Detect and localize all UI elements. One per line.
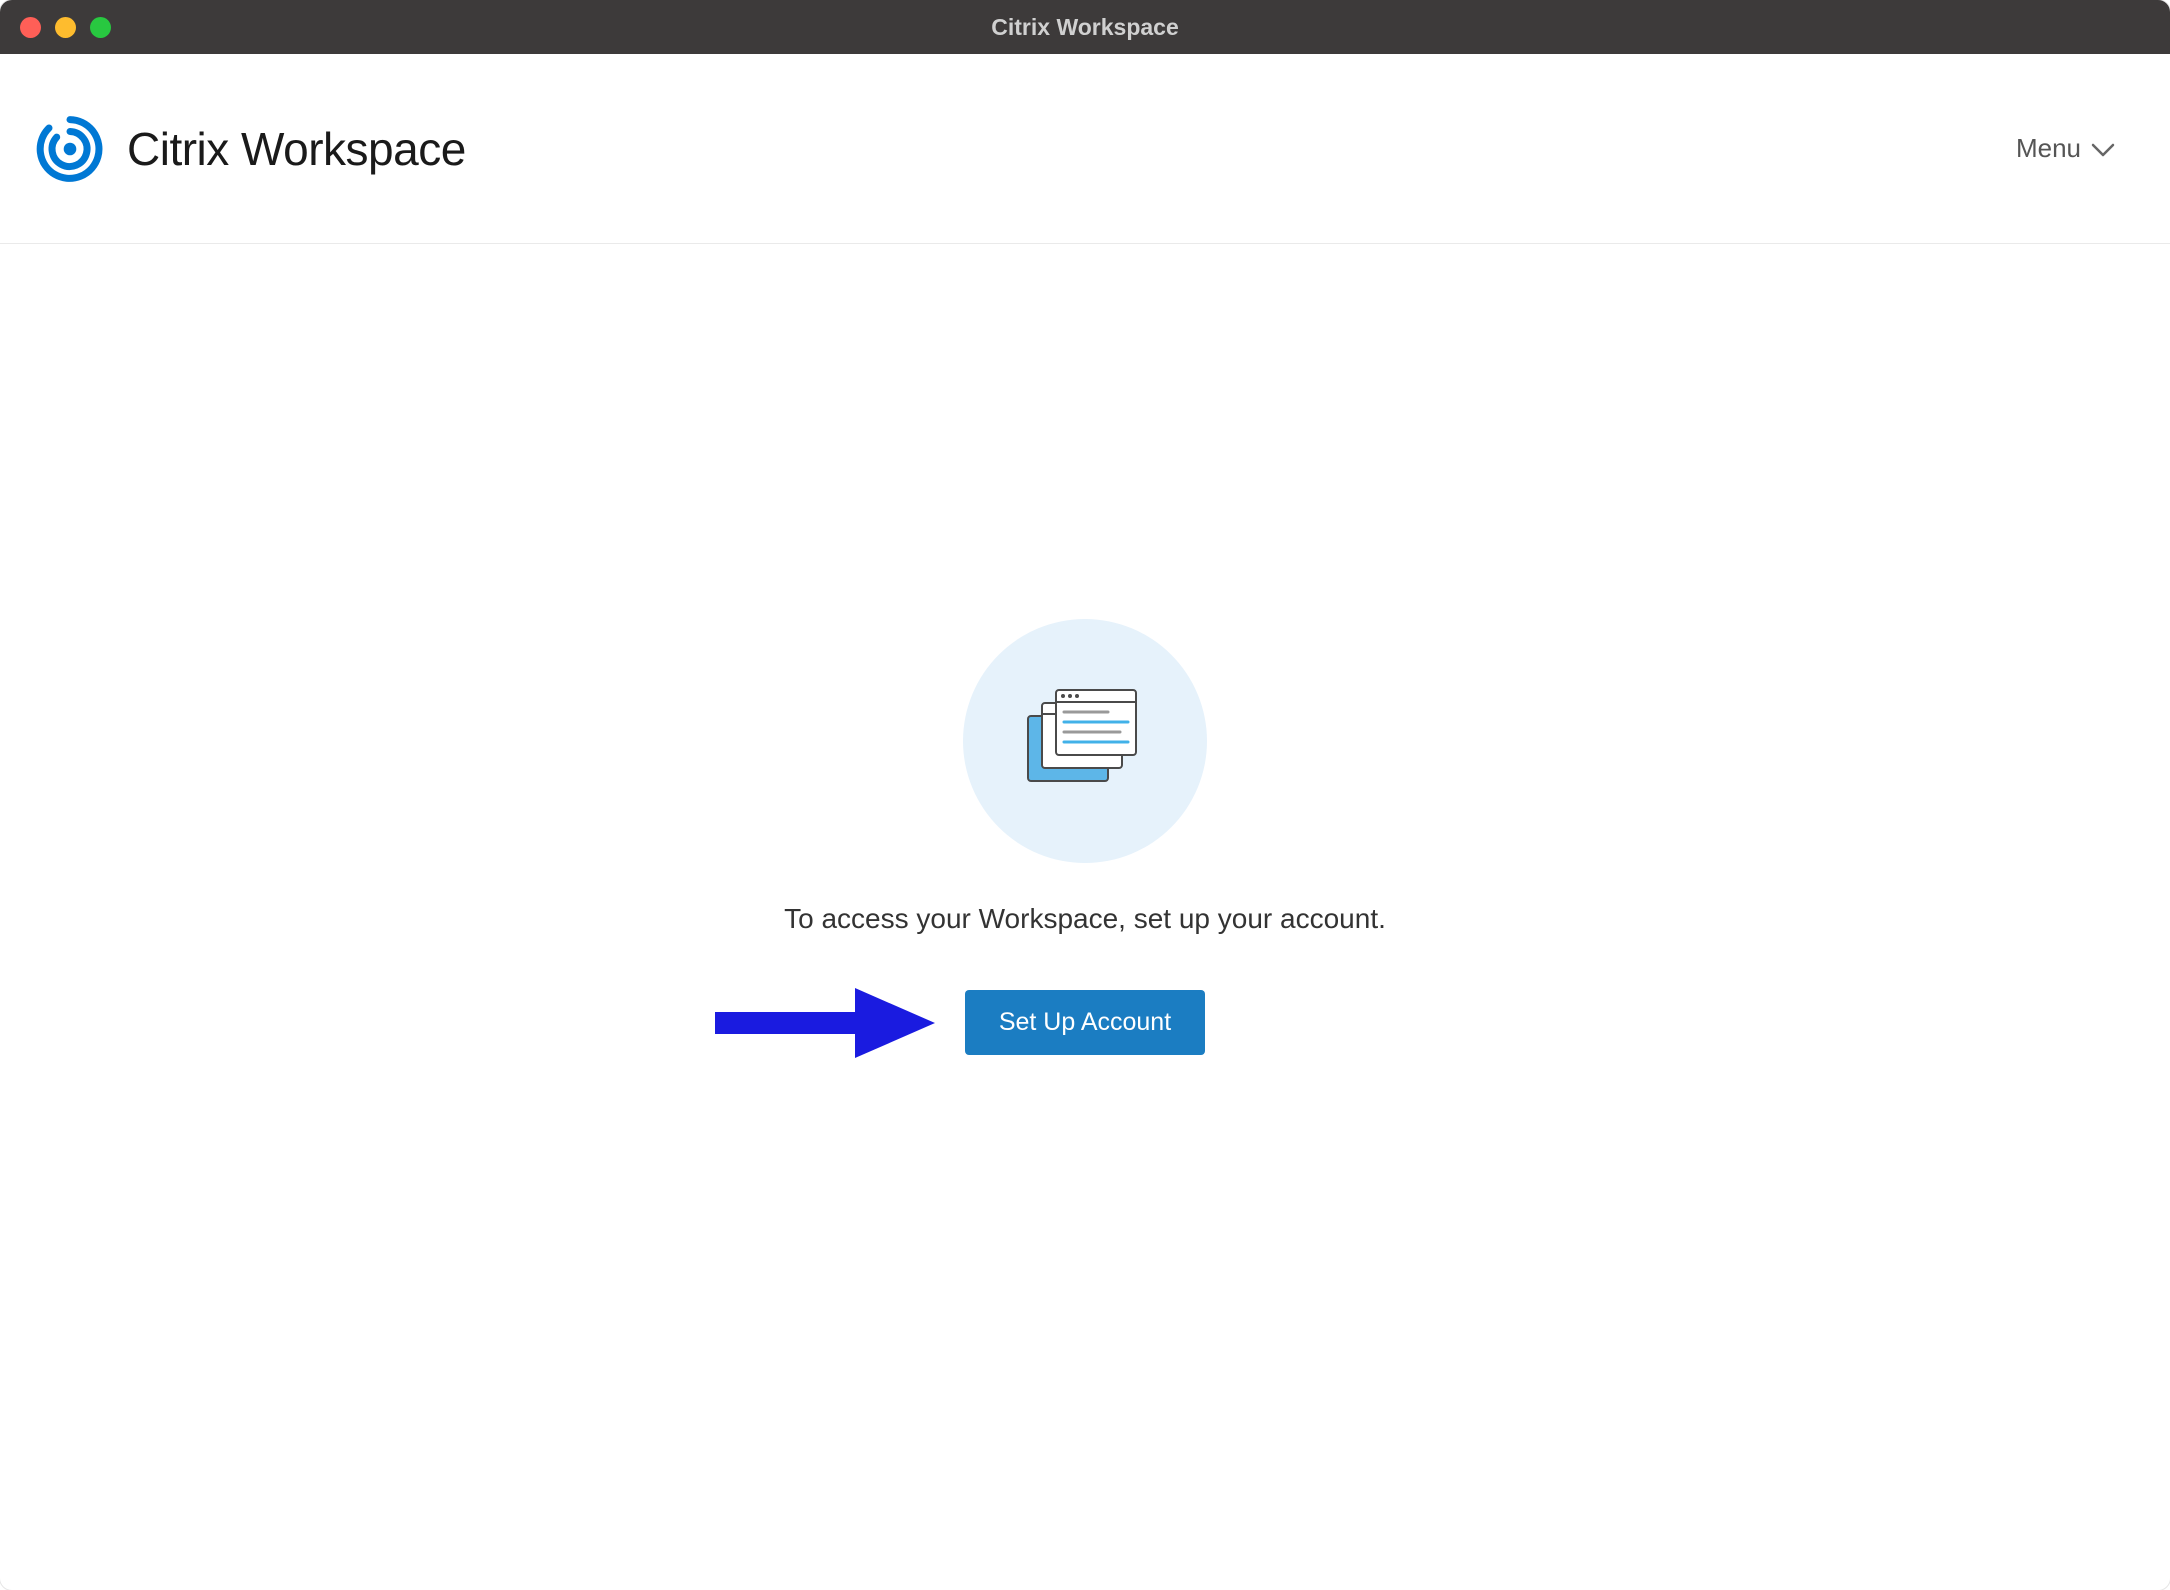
citrix-logo-icon — [35, 114, 105, 184]
set-up-account-button[interactable]: Set Up Account — [965, 990, 1205, 1055]
setup-prompt-text: To access your Workspace, set up your ac… — [784, 903, 1386, 935]
brand: Citrix Workspace — [35, 114, 466, 184]
traffic-lights — [0, 17, 111, 38]
app-window: Citrix Workspace Citrix Workspace Menu — [0, 0, 2170, 1590]
maximize-window-button[interactable] — [90, 17, 111, 38]
cta-row: Set Up Account — [965, 990, 1205, 1055]
menu-label: Menu — [2016, 133, 2081, 164]
main-content: To access your Workspace, set up your ac… — [0, 244, 2170, 1590]
menu-button[interactable]: Menu — [2016, 133, 2115, 164]
windows-illustration-icon — [1020, 686, 1150, 796]
minimize-window-button[interactable] — [55, 17, 76, 38]
titlebar: Citrix Workspace — [0, 0, 2170, 54]
close-window-button[interactable] — [20, 17, 41, 38]
chevron-down-icon — [2091, 133, 2115, 164]
illustration-circle — [963, 619, 1207, 863]
pointer-arrow-icon — [705, 983, 945, 1063]
window-title: Citrix Workspace — [991, 14, 1178, 41]
app-header: Citrix Workspace Menu — [0, 54, 2170, 244]
brand-text: Citrix Workspace — [127, 122, 466, 176]
